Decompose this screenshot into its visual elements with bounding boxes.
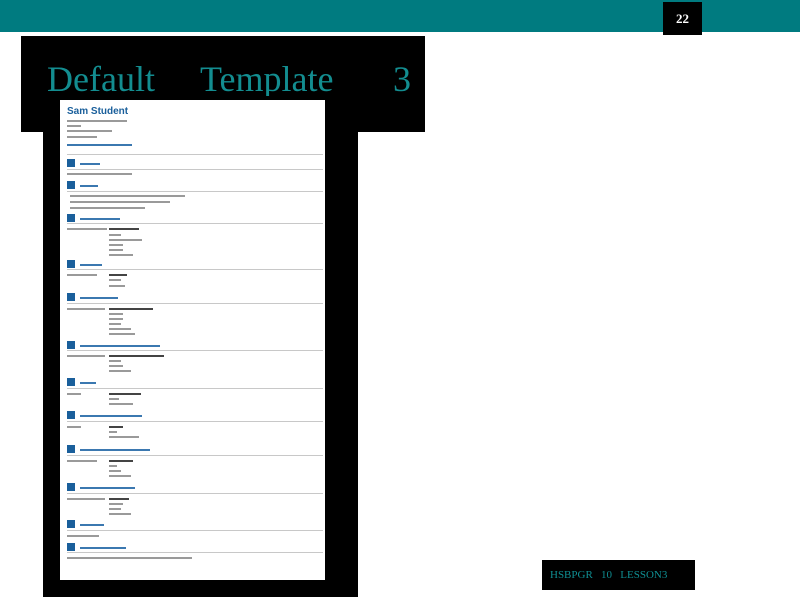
- text-line: [109, 313, 123, 315]
- entry-title: [109, 228, 139, 231]
- address-line: [67, 120, 127, 122]
- text-line: [109, 370, 131, 372]
- divider: [67, 350, 323, 351]
- section-icon: [67, 181, 75, 189]
- entry-title: [109, 498, 129, 501]
- text-line: [109, 436, 139, 438]
- section-icon: [67, 341, 75, 349]
- text-line: [109, 465, 117, 467]
- divider: [67, 269, 323, 270]
- divider: [67, 421, 323, 422]
- section-icon: [67, 445, 75, 453]
- resume-name: Sam Student: [67, 106, 129, 117]
- divider: [67, 530, 323, 531]
- title-word-number: 3: [393, 59, 411, 99]
- section-icon: [67, 260, 75, 268]
- text-line: [109, 249, 123, 251]
- date-line: [67, 460, 97, 462]
- section-heading: [80, 218, 120, 220]
- text-line: [109, 398, 119, 400]
- section-icon: [67, 543, 75, 551]
- address-line: [67, 125, 81, 127]
- date-line: [67, 498, 105, 500]
- page-number: 22: [663, 2, 702, 35]
- section-icon: [67, 378, 75, 386]
- text-line: [67, 557, 192, 559]
- text-line: [109, 365, 123, 367]
- text-line: [70, 201, 170, 203]
- divider: [67, 552, 323, 553]
- section-heading: [80, 382, 96, 384]
- text-line: [67, 173, 132, 175]
- date-line: [67, 393, 81, 395]
- address-line: [67, 136, 97, 138]
- entry-title: [109, 355, 164, 358]
- section-heading: [80, 524, 104, 526]
- text-line: [109, 279, 121, 281]
- section-icon: [67, 293, 75, 301]
- text-line: [109, 431, 117, 433]
- section-heading: [80, 449, 150, 451]
- section-icon: [67, 159, 75, 167]
- entry-title: [109, 460, 133, 463]
- divider: [67, 169, 323, 170]
- footer-label: HSBPGR 10 LESSON3: [542, 560, 695, 590]
- text-line: [109, 503, 123, 505]
- section-icon: [67, 483, 75, 491]
- divider: [67, 154, 323, 155]
- entry-title: [109, 393, 141, 396]
- resume-preview: Sam Student: [60, 100, 325, 580]
- section-heading: [80, 264, 102, 266]
- text-line: [109, 285, 125, 287]
- entry-title: [109, 426, 123, 429]
- divider: [67, 493, 323, 494]
- text-line: [109, 470, 121, 472]
- divider: [67, 388, 323, 389]
- date-line: [67, 355, 105, 357]
- text-line: [109, 239, 142, 241]
- text-line: [109, 360, 121, 362]
- text-line: [109, 403, 133, 405]
- text-line: [109, 234, 121, 236]
- date-line: [67, 274, 97, 276]
- text-line: [109, 318, 123, 320]
- section-heading: [80, 487, 135, 489]
- text-line: [109, 513, 131, 515]
- text-line: [109, 328, 131, 330]
- text-line: [109, 244, 123, 246]
- date-line: [67, 308, 105, 310]
- text-line: [109, 323, 121, 325]
- date-line: [67, 426, 81, 428]
- text-line: [109, 475, 131, 477]
- divider: [67, 455, 323, 456]
- section-icon: [67, 411, 75, 419]
- section-heading: [80, 163, 100, 165]
- title-word-default: Default: [47, 59, 155, 99]
- divider: [67, 223, 323, 224]
- section-heading: [80, 415, 142, 417]
- date-line: [67, 228, 107, 230]
- section-heading: [80, 547, 126, 549]
- email-line: [67, 144, 132, 146]
- entry-title: [109, 274, 127, 277]
- text-line: [109, 333, 135, 335]
- section-heading: [80, 185, 98, 187]
- section-icon: [67, 520, 75, 528]
- section-heading: [80, 345, 160, 347]
- text-line: [67, 535, 99, 537]
- section-heading: [80, 297, 118, 299]
- divider: [67, 191, 323, 192]
- text-line: [70, 195, 185, 197]
- text-line: [109, 254, 133, 256]
- address-line: [67, 130, 112, 132]
- entry-title: [109, 308, 153, 311]
- text-line: [109, 508, 121, 510]
- text-line: [70, 207, 145, 209]
- title-word-template: Template: [200, 59, 334, 99]
- section-icon: [67, 214, 75, 222]
- divider: [67, 303, 323, 304]
